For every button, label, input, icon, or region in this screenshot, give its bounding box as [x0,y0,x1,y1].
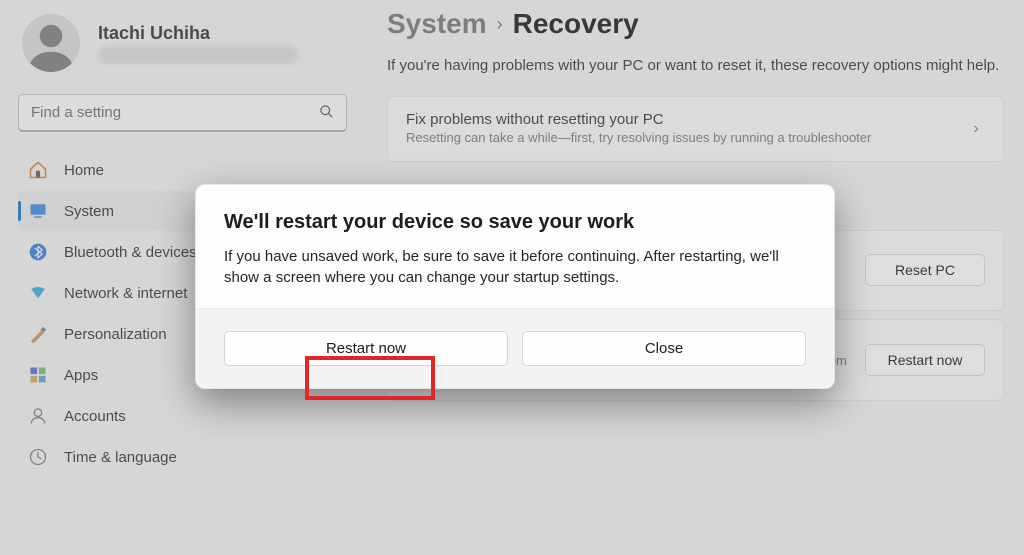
home-icon [28,160,48,180]
dialog-footer: Restart now Close [196,308,834,388]
dialog-body: If you have unsaved work, be sure to sav… [224,246,806,288]
profile-email-blurred [98,46,298,64]
sidebar-item-label: Bluetooth & devices [64,244,197,261]
card-desc: Resetting can take a while—first, try re… [406,130,949,146]
page-title: Recovery [513,8,639,40]
sidebar-item-label: Time & language [64,449,177,466]
intro-text: If you're having problems with your PC o… [387,56,1004,76]
breadcrumb-parent[interactable]: System [387,8,487,40]
restart-now-button[interactable]: Restart now [224,331,508,366]
network-icon [28,283,48,303]
bluetooth-icon [28,242,48,262]
search-input[interactable] [31,104,319,121]
chevron-right-icon: › [967,120,985,138]
accounts-icon [28,406,48,426]
sidebar-item-label: Accounts [64,408,126,425]
personalization-icon [28,324,48,344]
sidebar-item-accounts[interactable]: Accounts [18,396,347,436]
search-box[interactable] [18,94,347,132]
system-icon [28,201,48,221]
advanced-restart-button[interactable]: Restart now [865,344,985,376]
apps-icon [28,365,48,385]
sidebar-item-label: Network & internet [64,285,187,302]
person-icon [24,18,78,72]
sidebar-item-time-language[interactable]: Time & language [18,437,347,477]
dialog-title: We'll restart your device so save your w… [224,211,806,234]
breadcrumb: System › Recovery [387,8,1004,40]
profile-name: Itachi Uchiha [98,23,298,44]
time-language-icon [28,447,48,467]
sidebar-item-label: Apps [64,367,98,384]
sidebar-item-label: Home [64,162,104,179]
sidebar-item-label: Personalization [64,326,167,343]
avatar [22,14,80,72]
chevron-right-icon: › [497,14,503,35]
reset-pc-button[interactable]: Reset PC [865,254,985,286]
restart-dialog: We'll restart your device so save your w… [195,184,835,389]
card-fix-problems[interactable]: Fix problems without resetting your PC R… [387,96,1004,161]
search-icon [319,104,334,122]
sidebar-item-label: System [64,203,114,220]
account-profile[interactable]: Itachi Uchiha [22,14,347,72]
card-title: Fix problems without resetting your PC [406,111,949,128]
close-button[interactable]: Close [522,331,806,366]
